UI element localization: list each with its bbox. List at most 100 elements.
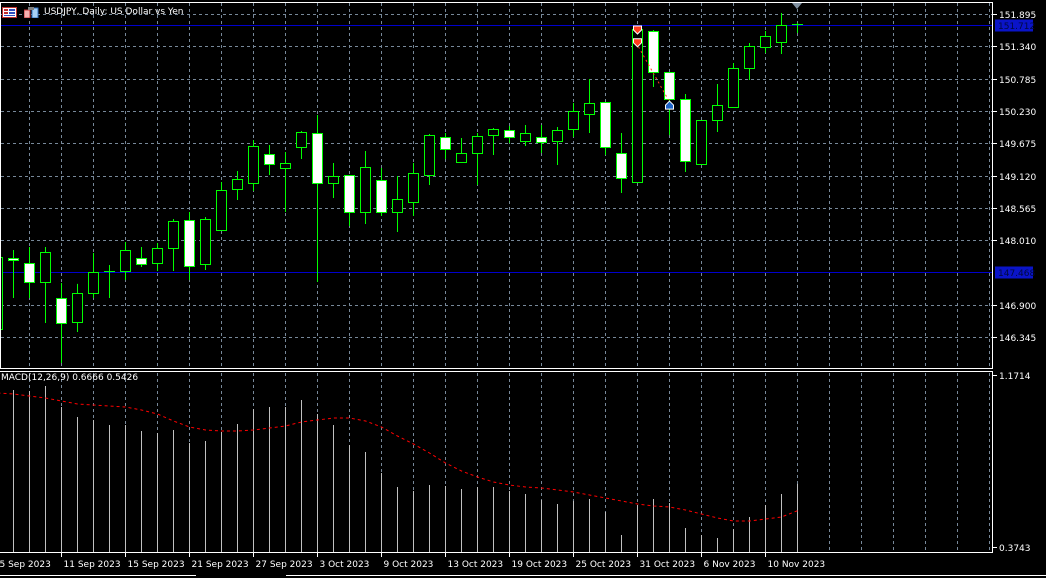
price-tick-label: 148.565 [999,205,1036,215]
candle-body-bull [584,103,595,115]
price-tick-label: 146.900 [999,302,1036,312]
candle[interactable] [216,181,227,231]
candle[interactable] [680,93,691,172]
candle-body-bear [648,31,659,73]
candle-body-bull [248,146,259,184]
candle[interactable] [568,102,579,137]
candle[interactable] [296,130,307,159]
candle[interactable] [8,250,19,298]
candle[interactable] [584,79,595,133]
candle[interactable] [248,140,259,191]
candle-body-bear [440,137,451,150]
candle-body-bear [376,180,387,213]
candle[interactable] [72,283,83,332]
time-tick-label: 27 Sep 2023 [256,560,313,570]
candle[interactable] [600,101,611,155]
buy-arrow-icon[interactable] [665,100,674,110]
time-tick-label: 31 Oct 2023 [640,560,696,570]
time-tick-label: 3 Oct 2023 [320,560,370,570]
candle[interactable] [328,162,339,198]
candle[interactable] [88,252,99,298]
candle[interactable] [40,246,51,323]
candle[interactable] [728,63,739,108]
time-axis[interactable]: 5 Sep 2023 11 Sep 2023 15 Sep 2023 21 Sep 2… [0,552,825,570]
candle-body-bull [216,190,227,231]
candle-body-bull [152,248,163,264]
macd-signal-line [0,392,798,522]
candle[interactable] [392,175,403,232]
macd-tick-label: 1.1714 [999,372,1031,382]
candle-body-bull [456,153,467,163]
time-tick-label: 13 Oct 2023 [448,560,504,570]
candle[interactable] [712,84,723,132]
price-levels [1,25,992,273]
candle-body-bull [728,68,739,108]
candle-body-bear [24,263,35,283]
time-tick-label: 15 Sep 2023 [128,560,185,570]
candle[interactable] [488,127,499,155]
candle-body-bull [424,135,435,176]
candle[interactable] [376,167,387,216]
candle[interactable] [536,124,547,153]
price-tick-label: 151.340 [999,43,1036,53]
candle[interactable] [312,114,323,282]
candle-body-bear [344,175,355,213]
shift-marker-icon[interactable] [792,3,802,9]
macd-indicator-label: MACD(12,26,9) 0.6666 0.5426 [1,373,139,383]
candle[interactable] [648,30,659,87]
candle[interactable] [56,282,67,363]
candle[interactable] [776,13,787,54]
price-axis[interactable]: 151.895151.340150.785150.230149.675149.1… [993,11,1036,554]
candle[interactable] [152,242,163,271]
candle[interactable] [360,151,371,224]
grid [1,3,992,552]
candle-body-bear [616,153,627,179]
price-tick-label: 150.230 [999,108,1036,118]
candle[interactable] [24,246,35,298]
candle-body-bull [760,36,771,48]
candle-body-bear [264,154,275,165]
candle[interactable] [344,174,355,226]
time-tick-label: 19 Oct 2023 [512,560,568,570]
candle[interactable] [696,119,707,165]
candle-body-bull [328,176,339,184]
candle[interactable] [136,246,147,267]
candle-body-bear [680,99,691,162]
candle-body-bear [504,130,515,138]
candle[interactable] [104,264,115,298]
bid-line-label: 151.712 [998,22,1035,32]
candle-body-bear [536,137,547,143]
chart-canvas[interactable]: 151.895151.340150.785150.230149.675149.1… [0,0,1046,578]
chart-title-bar: USDJPY, Daily: US Dollar vs Yen [0,4,183,20]
macd-tick-label: 0.3743 [999,544,1031,554]
candle[interactable] [168,218,179,271]
candle[interactable] [184,211,195,280]
time-tick-label: 6 Nov 2023 [704,560,756,570]
candle-body-bull [360,167,371,213]
candle[interactable] [552,126,563,165]
candle[interactable] [264,145,275,175]
candle[interactable] [744,42,755,80]
candle[interactable] [616,132,627,193]
candle-body-bull [632,29,643,183]
candle[interactable] [200,217,211,270]
candle-body-bull [568,111,579,130]
candle[interactable] [456,137,467,163]
candle[interactable] [280,151,291,212]
candle[interactable] [504,125,515,143]
candle[interactable] [792,23,803,33]
main-pane-border [0,2,993,369]
candle-body-bull [712,105,723,121]
candle[interactable] [760,30,771,53]
candle-body-bull [520,133,531,142]
candle[interactable] [120,241,131,280]
candle[interactable] [424,134,435,185]
candle[interactable] [232,170,243,201]
candle[interactable] [472,132,483,185]
candle-body-bear [312,133,323,184]
candle-body-bull [200,219,211,265]
candle-body-bull [120,250,131,272]
candle-body-bull [744,46,755,69]
candle[interactable] [440,132,451,159]
candle[interactable] [520,124,531,146]
